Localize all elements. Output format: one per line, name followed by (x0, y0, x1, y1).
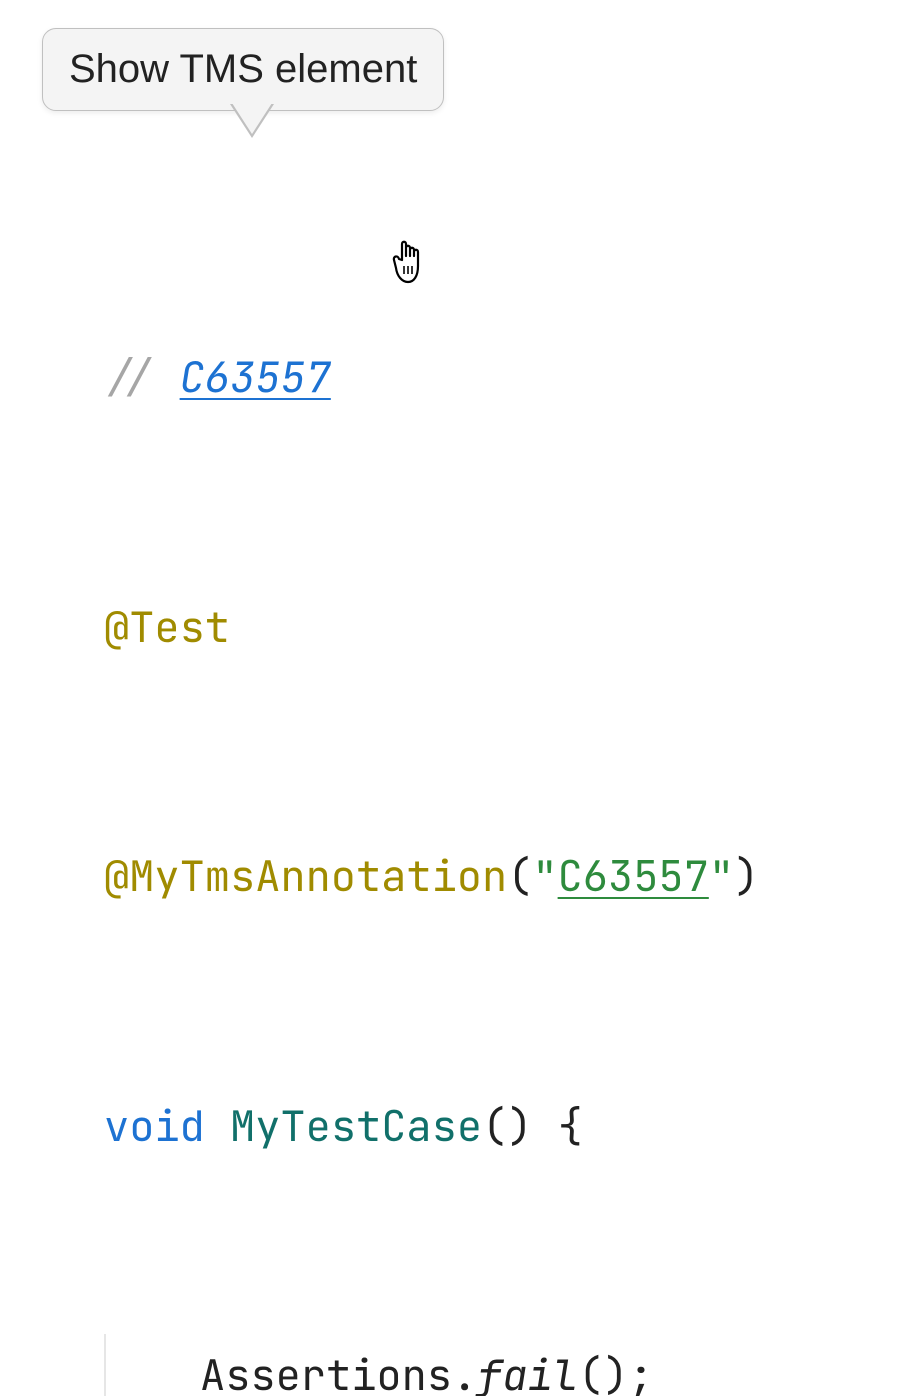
annotation-tms: @MyTmsAnnotation (104, 848, 507, 904)
tooltip: Show TMS element (42, 28, 444, 111)
paren-open: ( (507, 848, 532, 904)
code-editor[interactable]: // C63557 @Test @MyTmsAnnotation("C63557… (104, 170, 759, 1396)
paren-close: ) (734, 848, 759, 904)
string-quote-close: " (709, 848, 734, 904)
assertions-obj: Assertions. (200, 1347, 477, 1396)
comment-slashes: // (104, 349, 180, 405)
code-line-annotation-test: @Test (104, 586, 759, 669)
code-line-body: Assertions.fail(); (104, 1334, 759, 1396)
code-line-comment: // C63557 (104, 336, 759, 419)
tooltip-text: Show TMS element (69, 47, 417, 91)
annotation-test: @Test (104, 599, 230, 655)
tms-link-string[interactable]: C63557 (558, 848, 709, 904)
method-name: MyTestCase (230, 1098, 482, 1154)
string-quote-open: " (532, 848, 557, 904)
code-line-method-sig: void MyTestCase() { (104, 1085, 759, 1168)
method-sig-tail: () { (482, 1098, 583, 1154)
tms-link-comment[interactable]: C63557 (180, 349, 331, 405)
keyword-void: void (104, 1098, 230, 1154)
assertions-method: fail (477, 1347, 578, 1396)
code-line-annotation-tms: @MyTmsAnnotation("C63557") (104, 835, 759, 918)
assertions-tail: (); (578, 1347, 654, 1396)
